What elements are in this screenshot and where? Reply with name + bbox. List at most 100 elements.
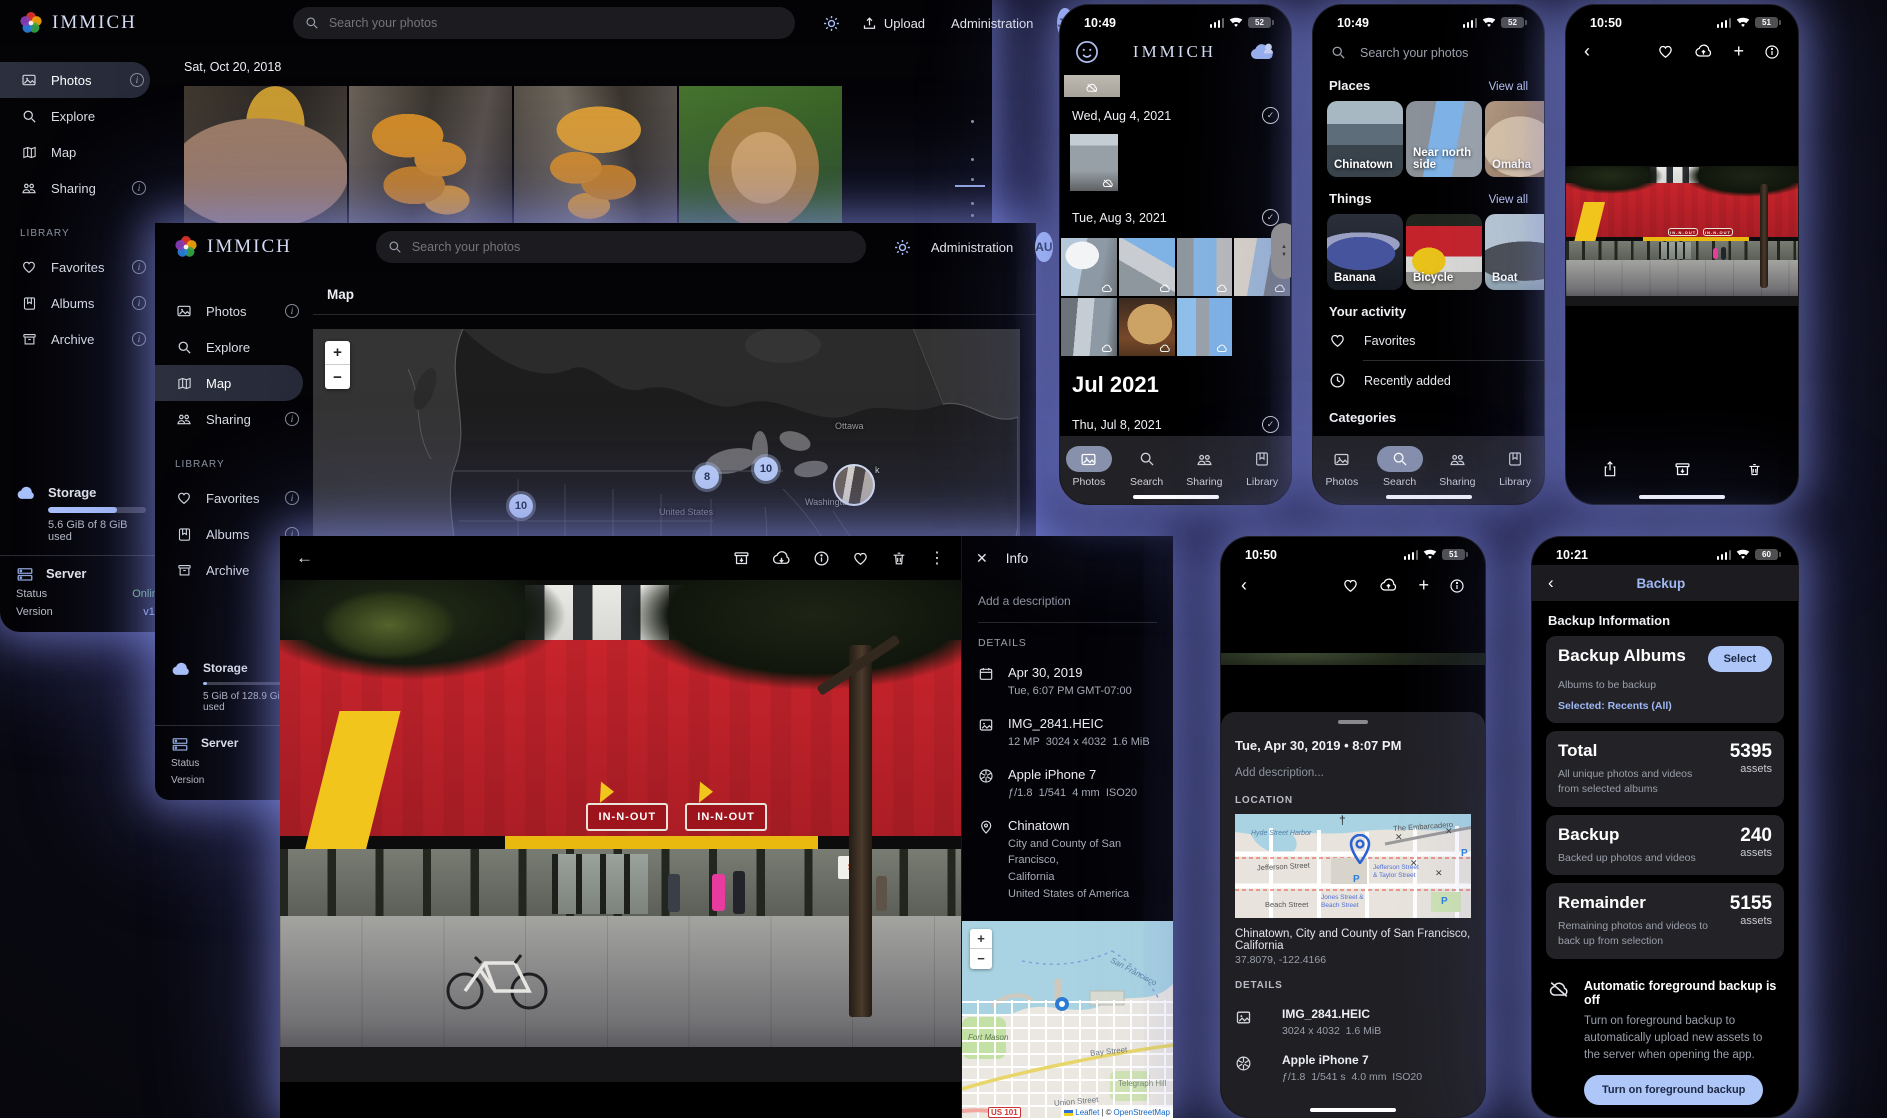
download-cloud-icon[interactable]: [772, 550, 791, 567]
share-icon[interactable]: [1602, 460, 1618, 478]
sidebar-item-favorites[interactable]: Favorites i: [0, 249, 160, 285]
upload-cloud-icon[interactable]: [1379, 578, 1398, 593]
sidebar-item-explore[interactable]: Explore: [0, 98, 160, 134]
turn-on-foreground-backup-button[interactable]: Turn on foreground backup: [1584, 1075, 1763, 1105]
timeline-scroll-area[interactable]: Wed, Aug 4, 2021 ✓ ▲ ▼ Tue, Aug 3, 2021 …: [1060, 75, 1291, 436]
nav-item-search[interactable]: Search: [1371, 446, 1429, 488]
photo-thumbnail[interactable]: [1119, 298, 1175, 356]
description-placeholder[interactable]: Add a description: [978, 586, 1157, 623]
photo-thumbnail[interactable]: [1070, 134, 1118, 191]
photo-thumbnail[interactable]: [1061, 298, 1117, 356]
location-map[interactable]: ✕✕ ✕✕ † Hyde Street Harbor The Embarcade…: [1235, 814, 1471, 918]
back-arrow-icon[interactable]: ←: [296, 548, 313, 568]
add-plus-icon[interactable]: +: [1418, 575, 1429, 596]
kebab-menu-icon[interactable]: ⋮: [929, 548, 945, 568]
place-card-chinatown[interactable]: Chinatown: [1327, 101, 1403, 177]
nav-item-photos[interactable]: Photos: [1060, 446, 1118, 488]
photo-thumbnail[interactable]: [1061, 238, 1117, 296]
places-view-all-link[interactable]: View all: [1489, 81, 1528, 93]
trash-icon[interactable]: [1747, 461, 1762, 478]
photo-thumbnail-mushroom-1[interactable]: [184, 86, 347, 232]
nav-item-sharing[interactable]: Sharing: [1176, 446, 1234, 488]
home-indicator[interactable]: [1639, 495, 1725, 499]
sidebar-item-archive[interactable]: Archive i: [0, 321, 160, 357]
map-cluster-marker[interactable]: 8: [692, 462, 722, 492]
favorite-heart-icon[interactable]: [1342, 577, 1359, 594]
search-input[interactable]: [293, 7, 795, 39]
sidebar-item-albums[interactable]: Albums i: [0, 285, 160, 321]
favorite-heart-icon[interactable]: [1657, 43, 1674, 60]
thing-card-banana[interactable]: Banana: [1327, 214, 1403, 290]
photo-innout-restaurant[interactable]: IN-N-OUT IN-N-OUT $18: [280, 580, 961, 1082]
theme-toggle-sun-icon[interactable]: [894, 239, 911, 256]
close-icon[interactable]: ✕: [976, 550, 988, 567]
immich-logo[interactable]: IMMICH: [18, 10, 137, 36]
sheet-drag-handle[interactable]: [1338, 720, 1368, 724]
home-indicator[interactable]: [1310, 1108, 1396, 1112]
search-bar[interactable]: Search your photos: [1313, 33, 1544, 64]
nav-item-photos[interactable]: Photos: [1313, 446, 1371, 488]
profile-face-icon[interactable]: [1074, 39, 1100, 65]
info-badge-icon[interactable]: i: [285, 412, 299, 426]
photo-thumbnail-mushroom-3[interactable]: [514, 86, 677, 232]
leaflet-link[interactable]: Leaflet: [1075, 1108, 1099, 1117]
photo-thumbnail[interactable]: [1177, 238, 1233, 296]
thing-card-bicycle[interactable]: Bicycle: [1406, 214, 1482, 290]
administration-link[interactable]: Administration: [951, 16, 1033, 31]
zoom-in-button[interactable]: +: [970, 929, 992, 949]
zoom-out-button[interactable]: −: [325, 365, 350, 389]
photo-thumbnail[interactable]: [1119, 238, 1175, 296]
zoom-in-button[interactable]: +: [325, 341, 350, 365]
select-albums-button[interactable]: Select: [1708, 646, 1772, 672]
info-badge-icon[interactable]: i: [132, 260, 146, 274]
sidebar-item-photos[interactable]: Photos i: [155, 293, 313, 329]
administration-link[interactable]: Administration: [931, 240, 1013, 255]
upload-button[interactable]: Upload: [862, 16, 925, 31]
favorite-heart-icon[interactable]: [852, 550, 869, 567]
photo-thumbnail-partial[interactable]: [1064, 75, 1120, 97]
nav-item-search[interactable]: Search: [1118, 446, 1176, 488]
select-check-icon[interactable]: ✓: [1262, 107, 1279, 124]
nav-item-library[interactable]: Library: [1486, 446, 1544, 488]
avatar[interactable]: AU: [1035, 232, 1052, 262]
info-badge-icon[interactable]: i: [132, 181, 146, 195]
sidebar-item-sharing[interactable]: Sharing i: [155, 401, 313, 437]
add-plus-icon[interactable]: +: [1733, 41, 1744, 62]
info-circle-icon[interactable]: [1764, 44, 1780, 60]
select-check-icon[interactable]: ✓: [1262, 416, 1279, 433]
place-card-omaha[interactable]: Omaha: [1485, 101, 1544, 177]
sidebar-item-favorites[interactable]: Favorites i: [155, 480, 313, 516]
archive-icon[interactable]: [733, 550, 750, 567]
search-input[interactable]: [376, 231, 866, 263]
photo-thumbnail-mushroom-2[interactable]: [349, 86, 512, 232]
archive-icon[interactable]: [1674, 461, 1691, 478]
cloud-account-icon[interactable]: [1249, 42, 1275, 62]
sidebar-item-map[interactable]: Map: [155, 365, 303, 401]
explore-scroll-area[interactable]: Places View all Chinatown Near north sid…: [1313, 64, 1544, 436]
zoom-out-button[interactable]: −: [970, 949, 992, 969]
info-badge-icon[interactable]: i: [132, 296, 146, 310]
osm-link[interactable]: OpenStreetMap: [1114, 1108, 1170, 1117]
back-chevron-icon[interactable]: ‹: [1584, 41, 1590, 62]
location-minimap[interactable]: + − Fort Mason Bay Street Union Street U…: [962, 921, 1173, 1118]
info-badge-icon[interactable]: i: [130, 73, 144, 87]
map-cluster-marker[interactable]: 10: [751, 454, 781, 484]
map-photo-marker[interactable]: [833, 464, 875, 506]
info-circle-icon[interactable]: [1449, 578, 1465, 594]
info-badge-icon[interactable]: i: [285, 304, 299, 318]
info-circle-icon[interactable]: [813, 550, 830, 567]
back-chevron-icon[interactable]: ‹: [1241, 575, 1247, 596]
photo-sliver[interactable]: [1221, 653, 1485, 665]
sidebar-item-map[interactable]: Map: [0, 134, 160, 170]
home-indicator[interactable]: [1133, 495, 1219, 499]
place-card-near-north-side[interactable]: Near north side: [1406, 101, 1482, 177]
thing-card-boat[interactable]: Boat: [1485, 214, 1544, 290]
timeline-scroll-handle[interactable]: ▲ ▼: [1271, 223, 1291, 279]
nav-item-sharing[interactable]: Sharing: [1429, 446, 1487, 488]
activity-item-recently-added[interactable]: Recently added: [1313, 361, 1544, 400]
sidebar-item-sharing[interactable]: Sharing i: [0, 170, 160, 206]
activity-item-favorites[interactable]: Favorites: [1313, 321, 1544, 360]
map-cluster-marker[interactable]: 10: [506, 491, 536, 521]
info-badge-icon[interactable]: i: [285, 491, 299, 505]
things-view-all-link[interactable]: View all: [1489, 194, 1528, 206]
